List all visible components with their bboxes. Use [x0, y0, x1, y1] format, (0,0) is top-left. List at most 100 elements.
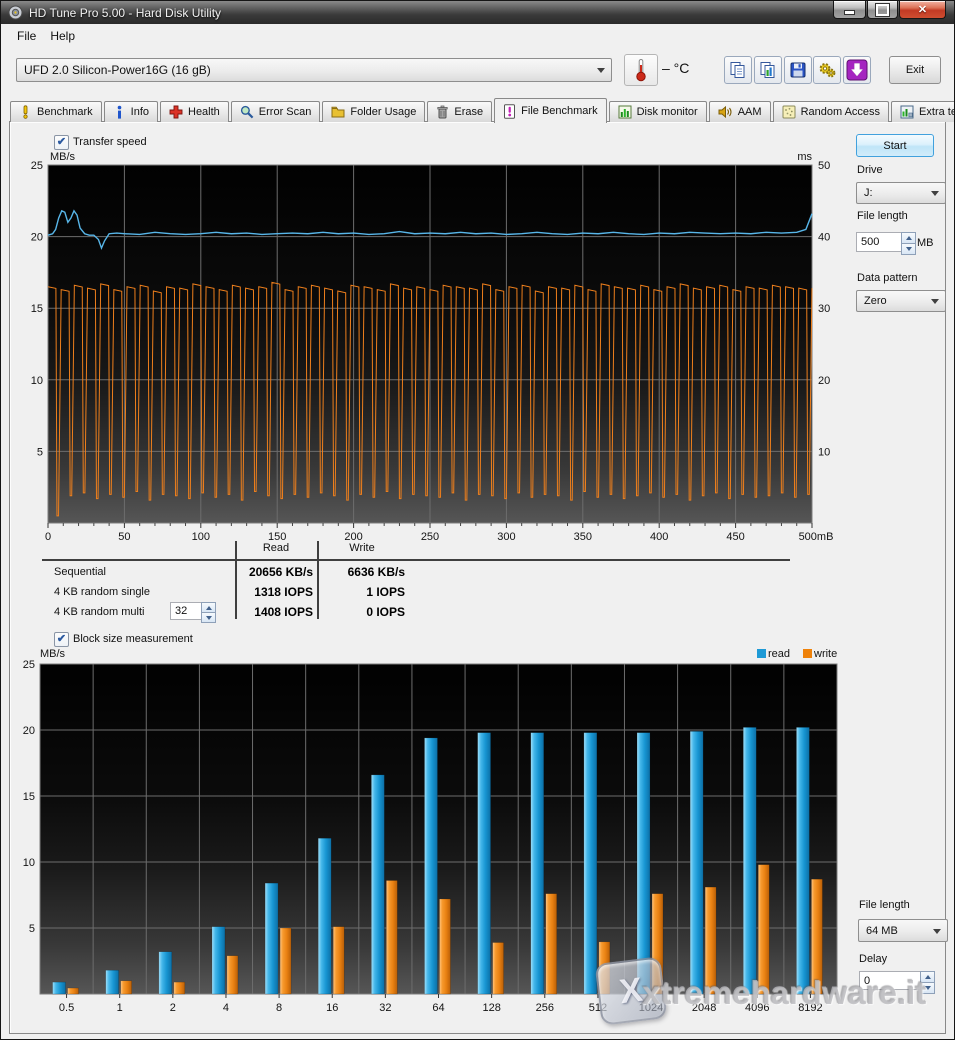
svg-text:25: 25 [31, 160, 43, 172]
tab-error-scan[interactable]: Error Scan [231, 101, 321, 122]
download-button[interactable] [843, 56, 871, 84]
read-value: 1318 IOPS [237, 585, 313, 599]
copy-image-icon [759, 61, 777, 79]
chevron-down-icon [597, 68, 605, 73]
svg-text:1024: 1024 [639, 1002, 663, 1014]
queue-depth-spinner[interactable] [201, 602, 216, 623]
tab-bar: Benchmark Info Health Error Scan Folder … [10, 98, 945, 122]
svg-text:128: 128 [482, 1002, 500, 1014]
options-button[interactable] [813, 56, 841, 84]
svg-text:0.5: 0.5 [59, 1002, 74, 1014]
bar-chart-icon [618, 105, 632, 119]
table-header-divider [42, 559, 790, 561]
data-pattern-dropdown-value: Zero [864, 295, 887, 307]
menubar: File Help [2, 24, 953, 47]
tab-disk-monitor-label: Disk monitor [637, 106, 698, 118]
data-pattern-dropdown[interactable]: Zero [856, 290, 946, 312]
svg-text:350: 350 [574, 531, 592, 542]
row-label: 4 KB random single [54, 586, 150, 598]
tab-extra-tests-label: Extra tests [919, 106, 955, 118]
trash-icon [436, 105, 449, 119]
titlebar: HD Tune Pro 5.00 - Hard Disk Utility ✕ [1, 1, 954, 24]
svg-text:2: 2 [170, 1002, 176, 1014]
options-gears-icon [818, 61, 837, 79]
close-button[interactable]: ✕ [899, 1, 946, 19]
svg-text:400: 400 [650, 531, 668, 542]
magnifier-icon [240, 105, 254, 119]
svg-text:256: 256 [536, 1002, 554, 1014]
tab-error-scan-label: Error Scan [259, 106, 312, 118]
drive-label: Drive [857, 164, 883, 176]
start-button[interactable]: Start [856, 134, 934, 157]
spin-down-icon[interactable] [901, 243, 916, 255]
exit-button-label: Exit [906, 64, 924, 76]
svg-text:MB/s: MB/s [50, 151, 76, 163]
tab-aam[interactable]: AAM [709, 101, 771, 122]
tab-file-benchmark-label: File Benchmark [521, 105, 597, 117]
minimize-button[interactable] [833, 1, 866, 19]
delay-spinner[interactable] [920, 971, 935, 994]
transfer-speed-checkbox[interactable]: ✔ [54, 135, 69, 150]
svg-text:15: 15 [23, 791, 35, 803]
drive-dropdown-value: J: [864, 187, 873, 199]
svg-text:5: 5 [37, 446, 43, 458]
spin-down-icon[interactable] [920, 982, 935, 994]
folder-icon [331, 105, 345, 119]
svg-text:100: 100 [192, 531, 210, 542]
maximize-button[interactable] [867, 1, 898, 19]
menu-help[interactable]: Help [43, 27, 82, 45]
download-arrow-icon [846, 59, 868, 81]
queue-depth-input[interactable] [170, 602, 202, 620]
svg-text:write: write [813, 648, 837, 660]
file-benchmark-panel: ✔ Transfer speed Start Drive J: File len… [9, 121, 946, 1034]
svg-text:150: 150 [268, 531, 286, 542]
save-button[interactable] [784, 56, 812, 84]
chevron-down-icon [931, 191, 939, 196]
file-length-spinner[interactable] [901, 232, 916, 255]
red-cross-icon [169, 105, 183, 119]
copy-text-button[interactable] [724, 56, 752, 84]
tab-file-benchmark[interactable]: File Benchmark [494, 98, 606, 123]
toolbar: UFD 2.0 Silicon-Power16G (16 gB) – °C [2, 47, 953, 95]
file-length2-dropdown[interactable]: 64 MB [858, 919, 948, 942]
row-label: 4 KB random multi [54, 606, 144, 618]
page-exclamation-icon [503, 104, 516, 119]
file-length-input[interactable] [856, 232, 902, 252]
tab-erase[interactable]: Erase [427, 101, 492, 122]
device-dropdown[interactable]: UFD 2.0 Silicon-Power16G (16 gB) [16, 58, 612, 82]
tab-info[interactable]: Info [104, 101, 158, 122]
window-title: HD Tune Pro 5.00 - Hard Disk Utility [29, 6, 221, 20]
start-button-label: Start [883, 140, 906, 152]
tab-health[interactable]: Health [160, 101, 229, 122]
temperature-value: – °C [662, 60, 689, 76]
svg-text:512: 512 [589, 1002, 607, 1014]
delay-input[interactable] [859, 971, 921, 990]
tab-folder-usage[interactable]: Folder Usage [322, 101, 425, 122]
temperature-button[interactable] [624, 54, 658, 86]
drive-dropdown[interactable]: J: [856, 182, 946, 204]
tab-disk-monitor[interactable]: Disk monitor [609, 101, 707, 122]
tab-folder-usage-label: Folder Usage [350, 106, 416, 118]
tab-erase-label: Erase [454, 106, 483, 118]
svg-text:0: 0 [45, 531, 51, 542]
delay-label: Delay [859, 953, 887, 965]
block-size-checkbox[interactable]: ✔ [54, 632, 69, 647]
spin-down-icon[interactable] [201, 612, 216, 623]
file-length-unit: MB [917, 237, 934, 249]
chevron-down-icon [933, 929, 941, 934]
maximize-icon [876, 4, 889, 16]
svg-text:200: 200 [344, 531, 362, 542]
svg-text:10: 10 [23, 857, 35, 869]
svg-text:32: 32 [379, 1002, 391, 1014]
tab-extra-tests[interactable]: Extra tests [891, 101, 955, 122]
menu-file[interactable]: File [10, 27, 43, 45]
hd-tune-window: HD Tune Pro 5.00 - Hard Disk Utility ✕ F… [0, 0, 955, 1040]
info-icon [113, 105, 126, 119]
tab-random-access[interactable]: Random Access [773, 101, 889, 122]
transfer-speed-chart: 2550204015301020510050100150200250300350… [12, 150, 854, 542]
copy-image-button[interactable] [754, 56, 782, 84]
write-value: 0 IOPS [319, 605, 405, 619]
tab-benchmark[interactable]: Benchmark [10, 101, 102, 122]
svg-text:10: 10 [31, 375, 43, 387]
exit-button[interactable]: Exit [889, 56, 941, 84]
